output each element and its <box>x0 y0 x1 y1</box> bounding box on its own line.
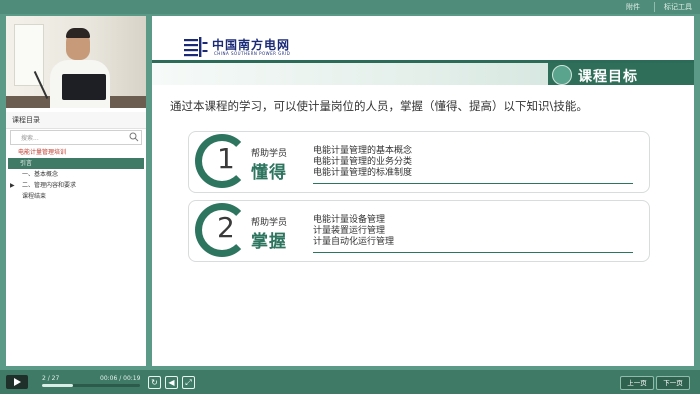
sidebar: 课程目录 搜索... 电能计量管理培训 引言 一、基本概念 ▶ 二、管理内容和要… <box>6 16 146 366</box>
next-page-button[interactable]: 下一页 <box>656 376 690 390</box>
tree-item-course[interactable]: 电能计量管理培训 <box>6 147 146 158</box>
volume-button[interactable]: ◀ <box>165 376 178 389</box>
expand-arrow-icon[interactable]: ▶ <box>10 180 15 191</box>
top-bar: 附件 标记工具 <box>0 0 700 14</box>
card-item: 电能计量管理的标准制度 <box>313 168 413 178</box>
tree-item-label: 一、基本概念 <box>22 171 59 178</box>
video-window-shape <box>14 24 44 86</box>
search-input[interactable]: 搜索... <box>21 133 39 142</box>
card-items: 电能计量管理的基本概念 电能计量管理的业务分类 电能计量管理的标准制度 <box>313 146 412 179</box>
tree-item-management[interactable]: ▶ 二、管理内容和要求 <box>6 180 146 191</box>
card-verb: 掌握 <box>251 232 287 252</box>
card-item: 计量装置运行管理 <box>313 226 386 236</box>
progress-bar[interactable] <box>42 384 140 387</box>
search-icon[interactable] <box>129 132 139 142</box>
card-underline <box>313 183 633 184</box>
card-item: 电能计量设备管理 <box>313 215 386 225</box>
card-item: 电能计量管理的业务分类 <box>313 157 413 167</box>
lecturer-video[interactable] <box>6 16 146 108</box>
tree-item-label: 电能计量管理培训 <box>18 149 67 156</box>
page-indicator: 2 / 27 <box>42 375 60 382</box>
catalog-search[interactable]: 搜索... <box>10 130 142 145</box>
power-grid-logo-icon <box>184 37 208 57</box>
tree-item-end[interactable]: 课程结束 <box>6 191 146 202</box>
tree-item-basic-concepts[interactable]: 一、基本概念 <box>6 169 146 180</box>
divider <box>654 2 655 12</box>
play-button[interactable] <box>6 375 28 389</box>
tree-item-intro[interactable]: 引言 <box>8 158 144 169</box>
volume-icon: ◀ <box>168 378 175 387</box>
play-icon <box>14 378 21 386</box>
time-indicator: 00:06 / 00:19 <box>100 375 141 382</box>
mark-tools-button[interactable]: 标记工具 <box>664 1 692 13</box>
gear-badge-icon <box>552 65 572 85</box>
intro-text: 通过本课程的学习，可以使计量岗位的人员，掌握（懂得、提高）以下知识\技能。 <box>170 99 588 113</box>
objective-card-2: 2 帮助学员 掌握 电能计量设备管理 计量装置运行管理 计量自动化运行管理 <box>188 200 650 262</box>
card-item: 电能计量管理的基本概念 <box>313 146 413 156</box>
player-controls: 2 / 27 00:06 / 00:19 ↻ ◀ ⤢ 上一页 下一页 <box>0 370 700 394</box>
catalog-tree: 电能计量管理培训 引言 一、基本概念 ▶ 二、管理内容和要求 课程结束 <box>6 147 146 202</box>
card-item: 计量自动化运行管理 <box>313 237 395 247</box>
tree-item-label: 课程结束 <box>22 193 47 200</box>
fullscreen-icon: ⤢ <box>185 378 192 387</box>
card-verb: 懂得 <box>251 163 287 183</box>
card-items: 电能计量设备管理 计量装置运行管理 计量自动化运行管理 <box>313 215 394 248</box>
slide-canvas: 中国南方电网 CHINA SOUTHERN POWER GRID 课程目标 通过… <box>152 16 694 366</box>
tree-item-label: 二、管理内容和要求 <box>22 182 77 189</box>
card-underline <box>313 252 633 253</box>
progress-fill <box>42 384 74 387</box>
card-number: 1 <box>217 142 235 175</box>
slide-title: 课程目标 <box>578 69 638 85</box>
objective-card-1: 1 帮助学员 懂得 电能计量管理的基本概念 电能计量管理的业务分类 电能计量管理… <box>188 131 650 193</box>
tree-item-label: 引言 <box>20 160 33 167</box>
laptop <box>62 74 106 100</box>
catalog-title: 课程目录 <box>12 116 40 124</box>
banner-title-tab: 课程目标 <box>548 63 694 85</box>
catalog-header: 课程目录 <box>6 112 146 129</box>
company-logo: 中国南方电网 CHINA SOUTHERN POWER GRID <box>182 36 332 60</box>
prev-page-button[interactable]: 上一页 <box>620 376 654 390</box>
lecturer-hair <box>66 28 90 38</box>
fullscreen-button[interactable]: ⤢ <box>182 376 195 389</box>
logo-english-name: CHINA SOUTHERN POWER GRID <box>214 51 291 56</box>
replay-button[interactable]: ↻ <box>148 376 161 389</box>
card-number: 2 <box>217 211 235 244</box>
replay-icon: ↻ <box>151 378 158 387</box>
attachment-button[interactable]: 附件 <box>626 1 640 13</box>
